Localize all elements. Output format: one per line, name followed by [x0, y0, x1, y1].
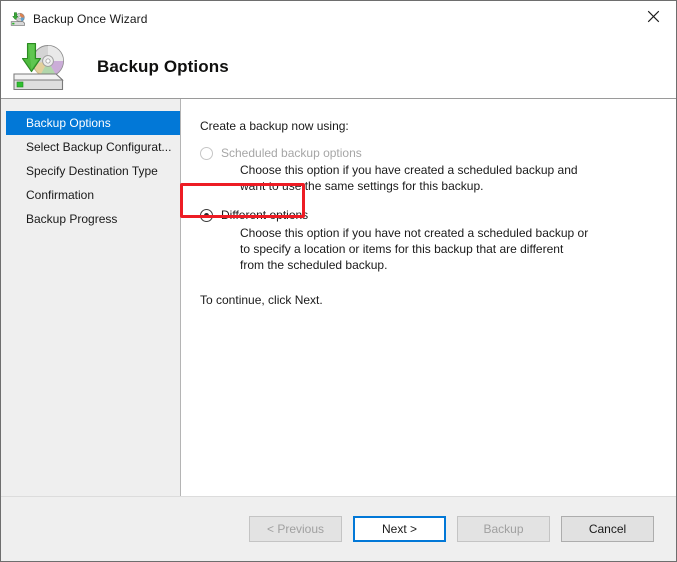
sidebar-item-label: Specify Destination Type: [26, 164, 158, 178]
wizard-content-panel: Create a backup now using: Scheduled bac…: [181, 99, 676, 496]
radio-label-different: Different options: [221, 208, 308, 222]
sidebar-item-select-backup-configuration[interactable]: Select Backup Configurat...: [6, 135, 180, 159]
backup-once-wizard-window: Backup Once Wizard: [0, 0, 677, 562]
radio-icon-different[interactable]: [200, 209, 213, 222]
sidebar-item-label: Confirmation: [26, 188, 94, 202]
previous-button-label: < Previous: [267, 522, 324, 536]
intro-text: Create a backup now using:: [200, 119, 676, 133]
sidebar-item-label: Select Backup Configurat...: [26, 140, 171, 154]
wizard-header: Backup Options: [1, 36, 676, 99]
radio-option-different-options[interactable]: Different options: [200, 208, 676, 222]
sidebar-item-specify-destination-type[interactable]: Specify Destination Type: [6, 159, 180, 183]
radio-description-different: Choose this option if you have not creat…: [240, 225, 590, 273]
sidebar-item-backup-options[interactable]: Backup Options: [6, 111, 180, 135]
radio-icon-scheduled: [200, 147, 213, 160]
sidebar-item-label: Backup Progress: [26, 212, 117, 226]
wizard-step-sidebar: Backup Options Select Backup Configurat.…: [1, 99, 181, 496]
backup-wizard-icon: [10, 11, 26, 27]
sidebar-item-confirmation[interactable]: Confirmation: [6, 183, 180, 207]
window-title: Backup Once Wizard: [33, 12, 148, 26]
title-bar: Backup Once Wizard: [1, 1, 676, 36]
radio-option-scheduled-backup-options: Scheduled backup options: [200, 146, 676, 160]
next-button-label: Next >: [382, 522, 417, 536]
backup-button: Backup: [457, 516, 550, 542]
radio-description-scheduled: Choose this option if you have created a…: [240, 162, 590, 194]
close-icon[interactable]: [630, 1, 676, 31]
backup-button-label: Backup: [483, 522, 523, 536]
continue-instruction: To continue, click Next.: [200, 293, 676, 307]
previous-button: < Previous: [249, 516, 342, 542]
next-button[interactable]: Next >: [353, 516, 446, 542]
wizard-footer: < Previous Next > Backup Cancel: [1, 496, 676, 561]
backup-disk-arrow-icon: [11, 41, 73, 93]
sidebar-item-backup-progress[interactable]: Backup Progress: [6, 207, 180, 231]
sidebar-item-label: Backup Options: [26, 116, 111, 130]
cancel-button[interactable]: Cancel: [561, 516, 654, 542]
wizard-body: Backup Options Select Backup Configurat.…: [1, 99, 676, 496]
radio-label-scheduled: Scheduled backup options: [221, 146, 362, 160]
cancel-button-label: Cancel: [589, 522, 626, 536]
page-title: Backup Options: [97, 57, 229, 77]
